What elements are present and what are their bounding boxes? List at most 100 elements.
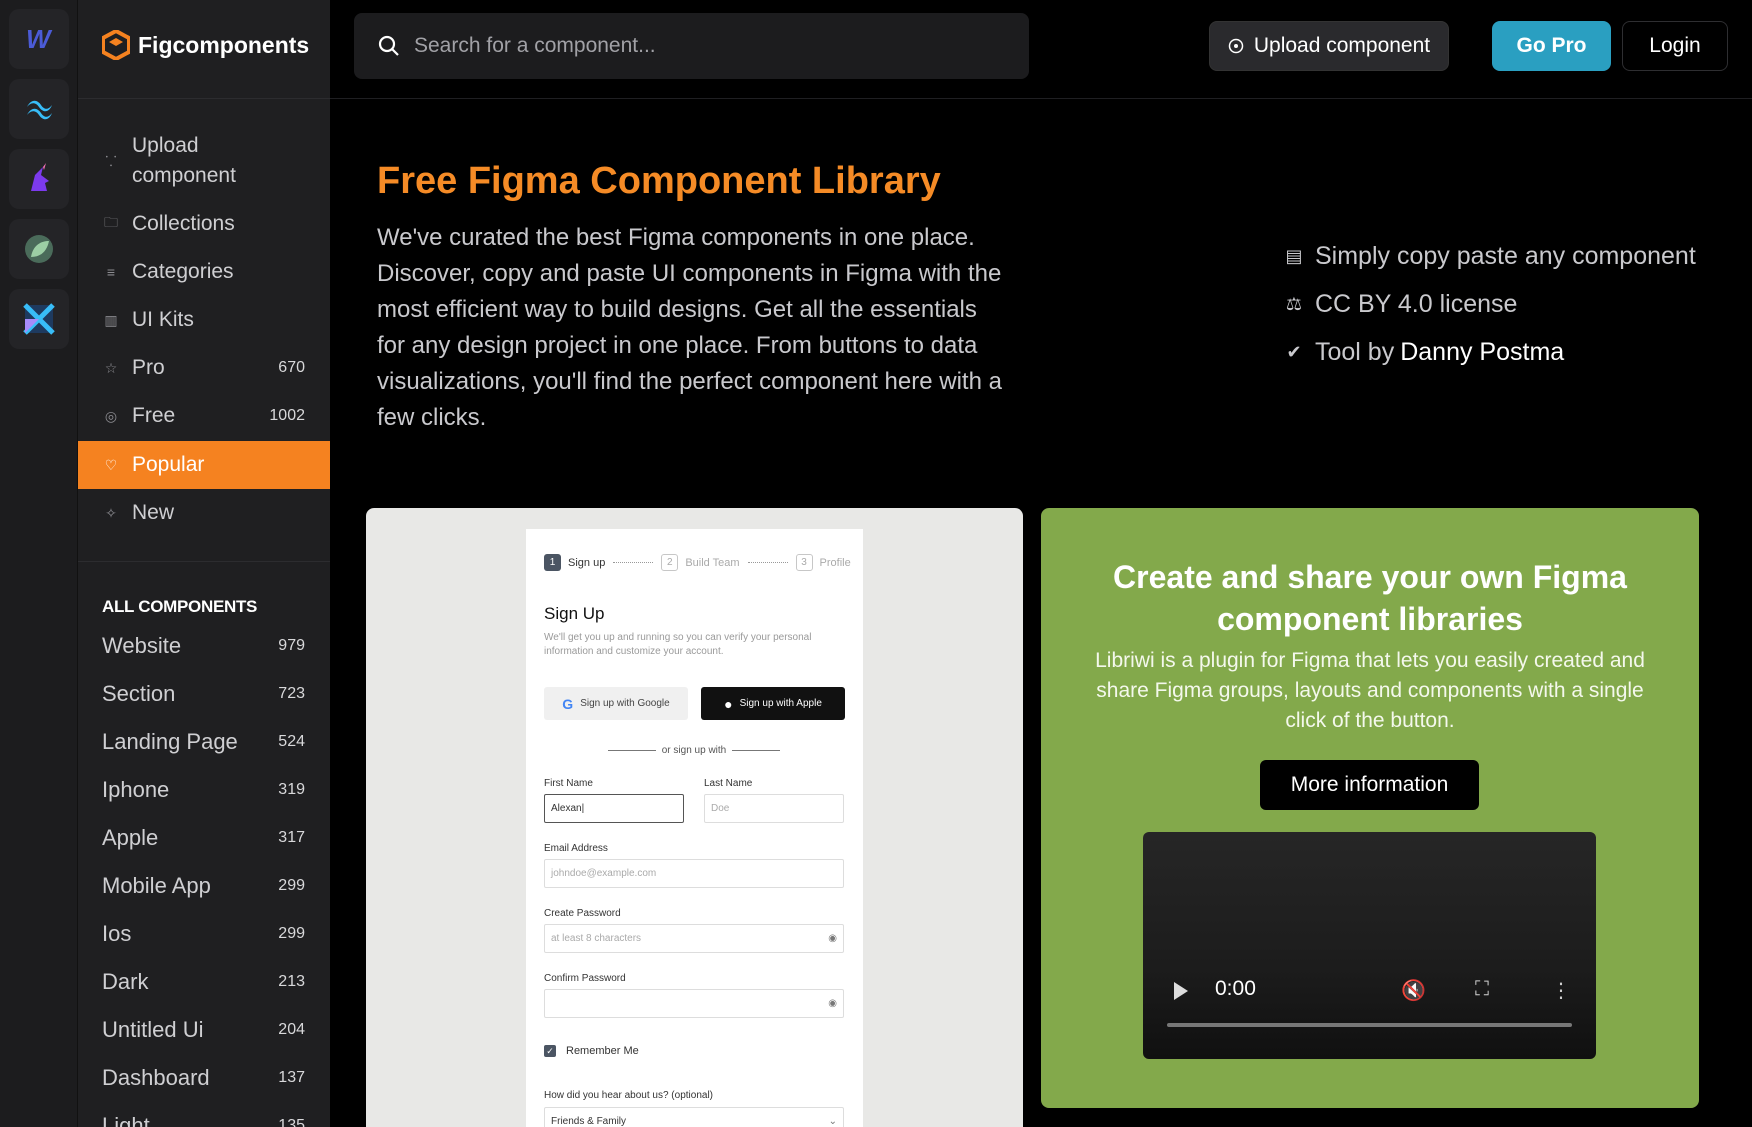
- divider: [78, 561, 330, 562]
- columns-icon: ▥: [104, 311, 118, 328]
- checkbox-checked-icon: ✓: [544, 1045, 556, 1057]
- play-icon[interactable]: [1174, 982, 1188, 1000]
- nav-popular[interactable]: ♡ Popular: [78, 441, 330, 489]
- google-icon: G: [562, 695, 574, 712]
- apple-label: Sign up with Apple: [739, 698, 822, 709]
- more-options-icon[interactable]: ⋮: [1551, 978, 1571, 1003]
- component-item[interactable]: Iphone 319: [102, 770, 305, 810]
- go-pro-button[interactable]: Go Pro: [1492, 21, 1611, 71]
- component-item[interactable]: Mobile App 299: [102, 866, 305, 906]
- nav-ui-kits[interactable]: ▥ UI Kits: [78, 296, 330, 344]
- component-item[interactable]: Dashboard 137: [102, 1058, 305, 1098]
- component-count: 723: [278, 685, 305, 702]
- heart-icon: ♡: [104, 456, 118, 473]
- promo-description: Libriwi is a plugin for Figma that lets …: [1095, 649, 1645, 732]
- feature-list: ▤ Simply copy paste any component ⚖ CC B…: [1283, 232, 1696, 376]
- nav-pro[interactable]: ☆ Pro 670: [78, 344, 330, 392]
- upload-component-button[interactable]: Upload component: [1209, 21, 1449, 71]
- brand[interactable]: Figcomponents: [102, 30, 309, 60]
- component-label: Dashboard: [102, 1065, 210, 1090]
- first-name-label: First Name: [544, 778, 593, 789]
- stepper: 1 Sign up 2 Build Team 3 Profile: [544, 554, 851, 571]
- apple-icon: ●: [724, 695, 733, 712]
- nav-count: 670: [278, 359, 305, 376]
- crossed-square-icon[interactable]: [9, 289, 69, 349]
- eye-icon: ◉: [828, 933, 837, 944]
- hear-about-value: Friends & Family: [551, 1116, 627, 1127]
- component-count: 135: [278, 1117, 305, 1127]
- nav-label: Upload component: [132, 134, 236, 187]
- mute-icon[interactable]: 🔇: [1401, 978, 1426, 1003]
- component-item[interactable]: Dark 213: [102, 962, 305, 1002]
- nav-new[interactable]: ✧ New: [78, 489, 330, 537]
- leaf-icon[interactable]: [9, 219, 69, 279]
- feature-item: ✔ Tool by Danny Postma: [1283, 328, 1696, 376]
- brand-name: Figcomponents: [138, 31, 310, 58]
- video-player[interactable]: 0:00 🔇 ⛶ ⋮: [1143, 832, 1596, 1059]
- gift-icon: ◎: [104, 407, 118, 424]
- svg-text:W: W: [26, 24, 53, 54]
- nav-free[interactable]: ◎ Free 1002: [78, 392, 330, 440]
- login-button[interactable]: Login: [1622, 21, 1728, 71]
- apple-signup-button: ● Sign up with Apple: [701, 687, 845, 720]
- divider-text: or sign up with: [544, 745, 844, 756]
- component-preview-card[interactable]: 1 Sign up 2 Build Team 3 Profile Sign Up…: [366, 508, 1023, 1127]
- tailwind-icon[interactable]: [9, 79, 69, 139]
- nav-label: Free: [132, 404, 176, 427]
- hero-description: We've curated the best Figma components …: [377, 224, 1002, 431]
- star-icon: ☆: [104, 359, 118, 376]
- component-label: Dark: [102, 969, 149, 994]
- password-placeholder: at least 8 characters: [551, 933, 642, 944]
- component-count: 317: [278, 829, 305, 846]
- step-number: 3: [795, 554, 813, 571]
- eye-icon: ◉: [828, 998, 837, 1009]
- more-information-button[interactable]: More information: [1260, 760, 1479, 810]
- component-item[interactable]: Untitled Ui 204: [102, 1010, 305, 1050]
- component-item[interactable]: Light 135: [102, 1106, 305, 1127]
- component-item[interactable]: Ios 299: [102, 914, 305, 954]
- fullscreen-icon[interactable]: ⛶: [1475, 978, 1489, 1001]
- chevron-down-icon: ⌄: [828, 1116, 837, 1127]
- confirm-password-label: Confirm Password: [544, 973, 626, 984]
- folder-icon: 🗀: [104, 214, 118, 230]
- unicorn-icon[interactable]: [9, 149, 69, 209]
- component-count: 204: [278, 1021, 305, 1038]
- page-title: Free Figma Component Library: [377, 160, 941, 202]
- component-item[interactable]: Apple 317: [102, 818, 305, 858]
- component-item[interactable]: Website 979: [102, 626, 305, 666]
- step-label: Build Team: [685, 556, 740, 569]
- password-label: Create Password: [544, 908, 621, 919]
- search-bar[interactable]: [354, 13, 1029, 79]
- nav-collections[interactable]: 🗀 Collections: [78, 200, 330, 248]
- component-count: 319: [278, 781, 305, 798]
- component-label: Ios: [102, 921, 132, 946]
- step-connector: [613, 562, 654, 563]
- nav-categories[interactable]: ≡ Categories: [78, 248, 330, 296]
- nav-label: New: [132, 501, 175, 524]
- component-label: Landing Page: [102, 729, 238, 754]
- form-subtitle: We'll get you up and running so you can …: [544, 632, 812, 657]
- search-input[interactable]: [414, 34, 974, 58]
- promo-card: Create and share your own Figma componen…: [1041, 508, 1699, 1108]
- video-progress-bar[interactable]: [1167, 1023, 1572, 1027]
- component-count: 979: [278, 637, 305, 654]
- app-rail: W: [0, 0, 78, 1127]
- author-link[interactable]: Danny Postma: [1400, 338, 1564, 367]
- step-label: Sign up: [568, 556, 606, 569]
- component-label: Untitled Ui: [102, 1017, 204, 1042]
- component-count: 213: [278, 973, 305, 990]
- check-badge-icon: ✔: [1286, 341, 1302, 362]
- nav-upload-component[interactable]: ⸪ Upload component: [78, 129, 330, 193]
- confirm-password-field: ◉: [544, 989, 844, 1018]
- remember-me-checkbox: ✓ Remember Me: [544, 1045, 639, 1057]
- hear-about-select: Friends & Family ⌄: [544, 1107, 844, 1127]
- component-count: 299: [278, 877, 305, 894]
- component-item[interactable]: Section 723: [102, 674, 305, 714]
- google-label: Sign up with Google: [580, 698, 670, 709]
- nav-label: Popular: [132, 453, 205, 476]
- list-icon: ≡: [106, 264, 116, 280]
- component-item[interactable]: Landing Page 524: [102, 722, 305, 762]
- feature-text: Simply copy paste any component: [1315, 241, 1696, 270]
- step-number: 2: [661, 554, 679, 571]
- webflow-icon[interactable]: W: [9, 9, 69, 69]
